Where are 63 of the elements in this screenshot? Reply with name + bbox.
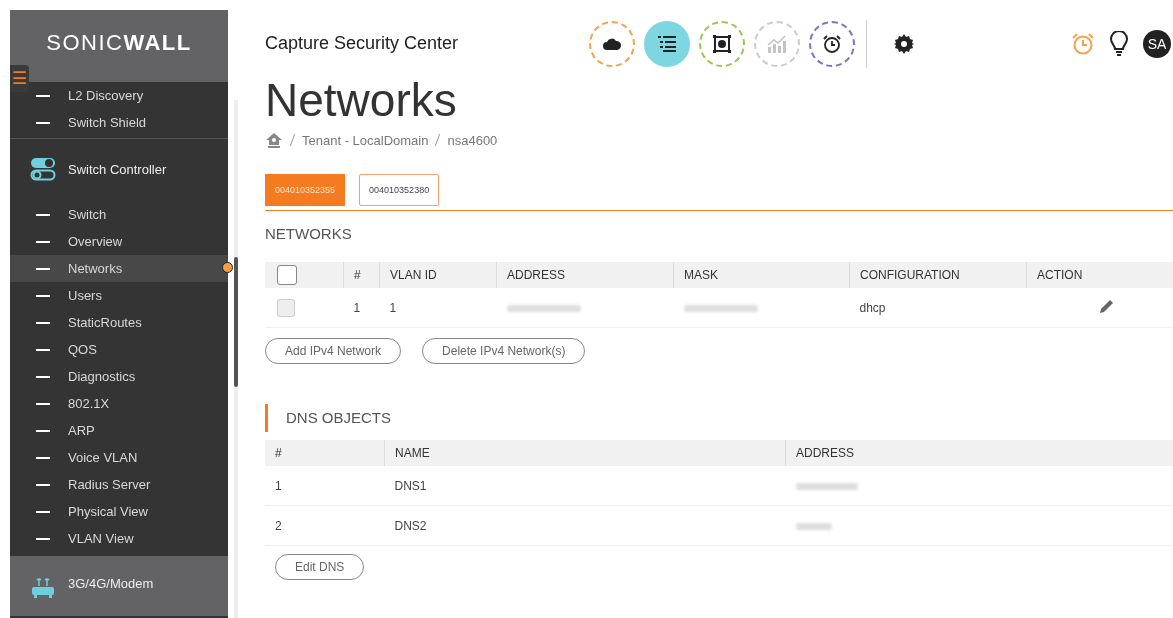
breadcrumb-link[interactable]: nsa4600 bbox=[447, 132, 498, 148]
action-button[interactable]: Delete IPv4 Network(s) bbox=[422, 338, 586, 364]
edit-icon[interactable] bbox=[1098, 298, 1115, 314]
section-title: NETWORKS bbox=[265, 225, 353, 242]
cloud-icon bbox=[602, 37, 622, 51]
table-cell: 1 bbox=[343, 288, 380, 328]
sidebar-item[interactable]: 802.1X bbox=[10, 390, 228, 417]
active-dot bbox=[222, 262, 233, 273]
settings-icon[interactable] bbox=[894, 34, 914, 54]
sidebar-item[interactable]: Voice VLAN bbox=[10, 444, 228, 471]
sidebar-item[interactable]: ARP bbox=[10, 417, 228, 444]
column-header: # bbox=[265, 440, 385, 466]
table-cell: dhcp bbox=[849, 288, 1027, 328]
sidebar-item[interactable]: Diagnostics bbox=[10, 363, 228, 390]
section-title: DNS OBJECTS bbox=[265, 404, 1173, 432]
sidebar-group[interactable]: 3G/4G/Modem bbox=[10, 556, 228, 616]
table-cell: 1 bbox=[265, 466, 385, 506]
column-header: ACTION bbox=[1026, 262, 1173, 288]
menu-button[interactable]: ☰ bbox=[10, 65, 29, 92]
blurred-value bbox=[795, 522, 832, 530]
table-cell: 1 bbox=[379, 288, 497, 328]
chart-icon bbox=[766, 35, 788, 53]
alarm-clock-icon bbox=[822, 34, 842, 54]
sidebar-item[interactable]: Switch Shield bbox=[10, 109, 228, 136]
edit-dns-button[interactable]: Edit DNS bbox=[275, 554, 365, 580]
sidebar-item[interactable]: Users bbox=[10, 282, 228, 309]
report-icon bbox=[712, 34, 732, 54]
sidebar-item[interactable]: Overview bbox=[10, 228, 228, 255]
table-cell: DNS2 bbox=[384, 505, 786, 546]
column-header: VLAN ID bbox=[379, 262, 497, 288]
sidebar-item[interactable]: Networks bbox=[10, 255, 228, 282]
logo: SONICWALL bbox=[46, 30, 192, 56]
sidebar-item[interactable]: VLAN View bbox=[10, 525, 228, 552]
column-header: NAME bbox=[384, 440, 786, 466]
sidebar-item[interactable]: Switch bbox=[10, 201, 228, 228]
column-header: ADDRESS bbox=[496, 262, 674, 288]
scrollbar[interactable] bbox=[234, 257, 238, 387]
table-cell: DNS1 bbox=[384, 466, 786, 506]
lightbulb-icon[interactable] bbox=[1109, 31, 1129, 57]
column-header: ADDRESS bbox=[785, 440, 1173, 466]
page-title: Networks bbox=[265, 73, 458, 128]
sidebar-item[interactable]: Radius Server bbox=[10, 471, 228, 498]
action-button[interactable]: Add IPv4 Network bbox=[265, 338, 402, 364]
column-header: MASK bbox=[673, 262, 850, 288]
breadcrumb-link[interactable]: Tenant - LocalDomain bbox=[302, 132, 429, 148]
toggle-icon bbox=[30, 157, 56, 181]
sidebar-group[interactable]: Switch Controller bbox=[10, 139, 228, 199]
home-icon[interactable] bbox=[265, 132, 283, 148]
sidebar-item[interactable]: Physical View bbox=[10, 498, 228, 525]
list-icon bbox=[657, 35, 677, 53]
table-cell: 2 bbox=[265, 505, 385, 546]
column-header: # bbox=[343, 262, 380, 288]
sidebar-item[interactable]: StaticRoutes bbox=[10, 309, 228, 336]
app-title: Capture Security Center bbox=[265, 32, 460, 54]
sidebar-item[interactable]: QOS bbox=[10, 336, 228, 363]
router-icon bbox=[30, 576, 56, 600]
column-header: CONFIGURATION bbox=[849, 262, 1027, 288]
blurred-value bbox=[795, 482, 858, 490]
select-all-checkbox[interactable] bbox=[277, 265, 297, 285]
row-checkbox[interactable] bbox=[277, 298, 295, 317]
user-avatar[interactable]: SA bbox=[1143, 30, 1171, 58]
list-nav-button[interactable] bbox=[644, 21, 690, 67]
device-tab[interactable]: 004010352380 bbox=[359, 174, 440, 206]
